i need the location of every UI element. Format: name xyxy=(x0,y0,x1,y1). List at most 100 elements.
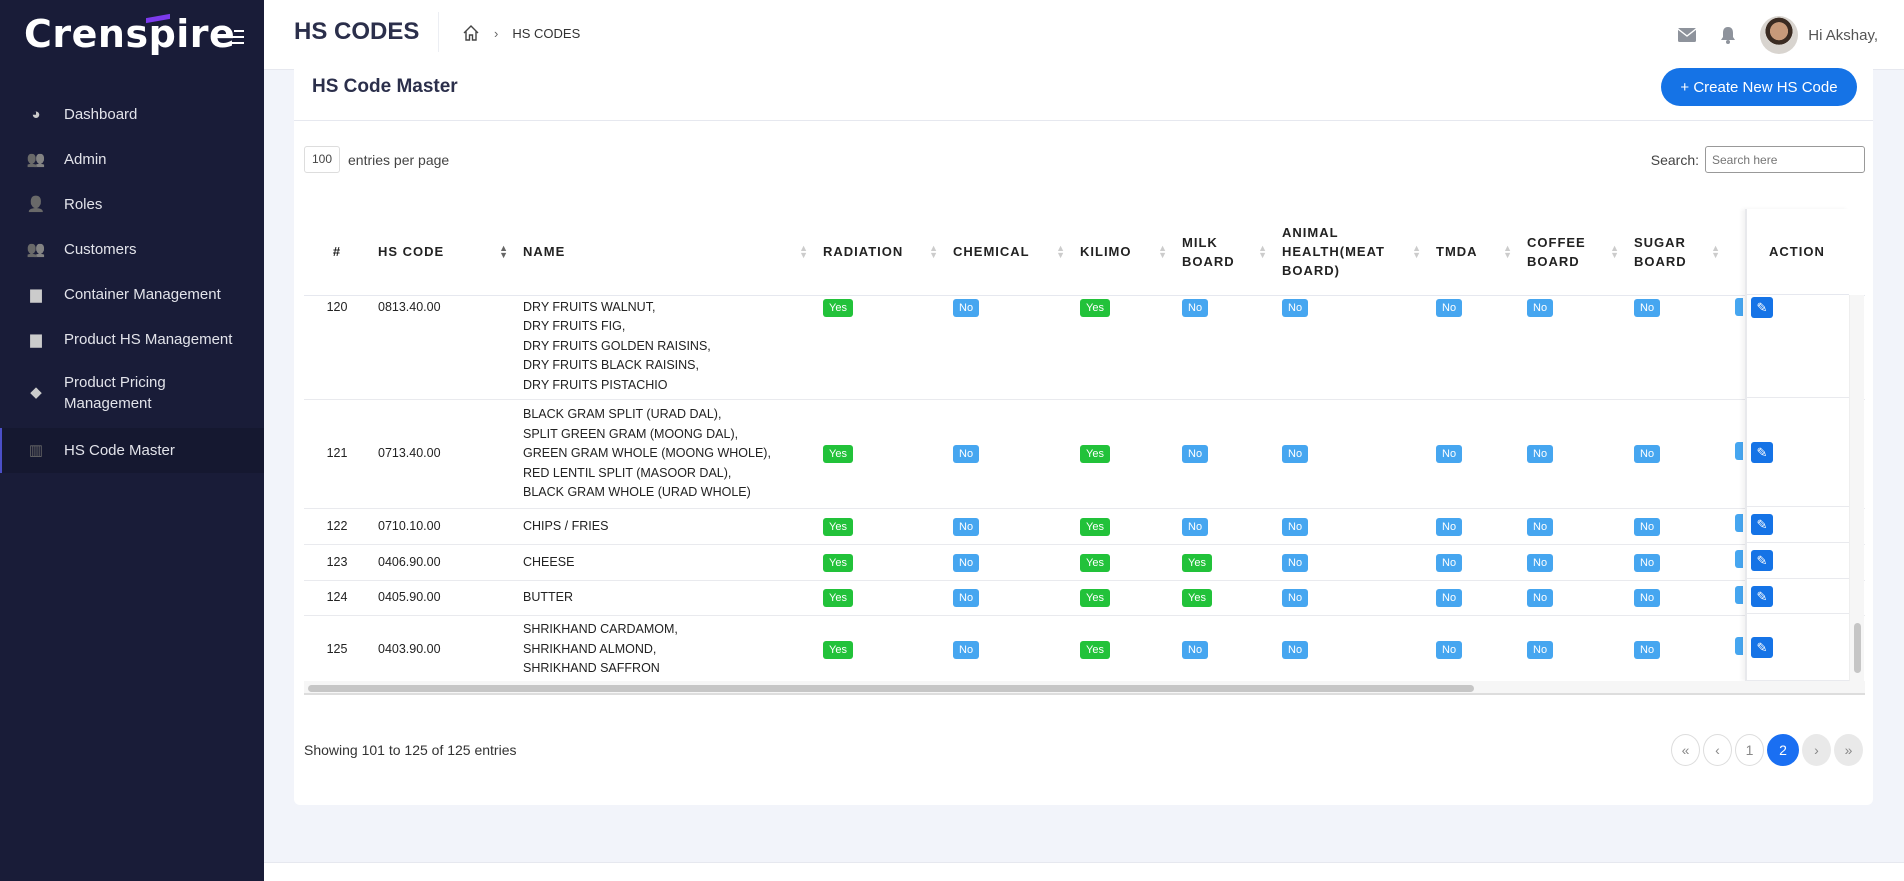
horizontal-scrollbar[interactable] xyxy=(304,681,1865,695)
table-row: 120 0813.40.00 DRY FRUITS WALNUT, DRY FRUIT… xyxy=(304,295,1865,400)
table-row: 121 0713.40.00 BLACK GRAM SPLIT (URAD DAL)… xyxy=(304,399,1865,509)
sidebar-nav: ◕ Dashboard 👥 Admin 👤 Roles 👥 Customers ▆ Contain… xyxy=(0,92,264,473)
column-header-milk-board[interactable]: MILK BOARD ▲ ▼ xyxy=(1174,209,1274,296)
product-names: BUTTER xyxy=(515,580,815,616)
hs-code: 0813.40.00 xyxy=(370,295,515,400)
search-label: Search: xyxy=(1650,151,1699,168)
box-icon: ▆ xyxy=(30,330,42,348)
column-header-coffee-board[interactable]: COFFEE BOARD ▲ ▼ xyxy=(1519,209,1626,296)
breadcrumb: › HS CODES xyxy=(462,24,580,42)
page-2-button[interactable]: 2 xyxy=(1767,734,1799,766)
home-icon[interactable] xyxy=(462,24,480,42)
menu-toggle-icon[interactable] xyxy=(224,26,244,48)
no-badge: No xyxy=(1436,589,1463,608)
sidebar-item-label: Admin xyxy=(64,151,107,168)
sidebar-item-label: Roles xyxy=(64,196,103,213)
sort-icon[interactable]: ▲ ▼ xyxy=(1056,244,1066,260)
no-badge: No xyxy=(1436,553,1463,572)
flag-cell: No xyxy=(1626,615,1727,681)
search-input[interactable] xyxy=(1705,146,1865,173)
yes-badge: Yes xyxy=(823,298,853,317)
first-page-button[interactable]: « xyxy=(1671,734,1700,766)
no-badge: No xyxy=(1527,517,1554,536)
no-badge: No xyxy=(1634,589,1661,608)
column-header-animal-health-meat-board-[interactable]: ANIMAL HEALTH(MEAT BOARD) ▲ ▼ xyxy=(1274,209,1428,296)
product-names: BLACK GRAM SPLIT (URAD DAL), SPLIT GREEN … xyxy=(515,399,815,509)
action-cell: ✎ xyxy=(1747,579,1849,614)
no-badge: No xyxy=(1634,298,1661,317)
edit-icon[interactable]: ✎ xyxy=(1751,585,1773,607)
sort-icon[interactable]: ▲ ▼ xyxy=(1258,244,1268,260)
prev-page-button[interactable]: ‹ xyxy=(1703,734,1732,766)
column-header-radiation[interactable]: RADIATION ▲ ▼ xyxy=(815,209,945,296)
mail-icon[interactable] xyxy=(1678,28,1697,42)
entries-select[interactable]: 100 xyxy=(304,146,340,173)
column-header-kilimo[interactable]: KILIMO ▲ ▼ xyxy=(1072,209,1174,296)
yes-badge: Yes xyxy=(1080,553,1110,572)
column-header--[interactable]: # xyxy=(304,209,370,296)
column-header-label: MILK BOARD xyxy=(1182,234,1235,269)
flag-cell: No xyxy=(1274,544,1428,581)
column-header-sugar-board[interactable]: SUGAR BOARD ▲ ▼ xyxy=(1626,209,1727,296)
entries-label: entries per page xyxy=(348,151,450,168)
sidebar-item-product-pricing-management[interactable]: ◆ Product Pricing Management xyxy=(0,362,264,424)
users-icon: 👥 xyxy=(26,240,46,258)
table-row: 123 0406.90.00 CHEESE Yes No Yes Yes No No No No xyxy=(304,544,1865,581)
edit-icon[interactable]: ✎ xyxy=(1751,636,1773,658)
sidebar-item-dashboard[interactable]: ◕ Dashboard xyxy=(0,92,264,137)
edit-icon[interactable]: ✎ xyxy=(1751,297,1773,318)
row-number: 120 xyxy=(304,295,370,400)
no-badge: No xyxy=(1282,640,1309,659)
column-header-tmda[interactable]: TMDA ▲ ▼ xyxy=(1428,209,1519,296)
edit-icon[interactable]: ✎ xyxy=(1751,550,1773,571)
column-header-chemical[interactable]: CHEMICAL ▲ ▼ xyxy=(945,209,1072,296)
sidebar-item-product-hs-management[interactable]: ▆ Product HS Management xyxy=(0,317,264,362)
no-badge: No xyxy=(1527,445,1554,464)
flag-cell: No xyxy=(1274,615,1428,681)
flag-cell: No xyxy=(1626,580,1727,616)
column-header-label: NAME xyxy=(523,244,566,260)
flag-cell: Yes xyxy=(1072,399,1174,509)
sort-icon[interactable]: ▲ ▼ xyxy=(799,244,809,260)
product-name: SHRIKHAND ALMOND, xyxy=(523,641,657,656)
product-names: SHRIKHAND CARDAMOM, SHRIKHAND ALMOND, SHRI… xyxy=(515,615,815,681)
no-badge: No xyxy=(1527,589,1554,608)
sidebar-item-admin[interactable]: 👥 Admin xyxy=(0,137,264,182)
sidebar-item-roles[interactable]: 👤 Roles xyxy=(0,182,264,227)
next-page-button[interactable]: › xyxy=(1802,734,1831,766)
sort-icon[interactable]: ▲ ▼ xyxy=(1711,244,1721,260)
bell-icon[interactable] xyxy=(1720,26,1736,44)
product-name: DRY FRUITS FIG, xyxy=(523,319,626,333)
no-badge: No xyxy=(1527,298,1554,317)
sidebar-item-container-management[interactable]: ▆ Container Management xyxy=(0,272,264,317)
edit-icon[interactable]: ✎ xyxy=(1751,514,1773,535)
sort-icon[interactable]: ▲ ▼ xyxy=(929,244,939,260)
sort-icon[interactable]: ▲ ▼ xyxy=(1158,244,1168,260)
product-name: GREEN GRAM WHOLE (MOONG WHOLE), xyxy=(523,446,771,461)
no-badge: No xyxy=(1282,589,1309,608)
row-number: 123 xyxy=(304,544,370,581)
sort-icon[interactable]: ▲ ▼ xyxy=(499,244,509,260)
edit-icon[interactable]: ✎ xyxy=(1751,441,1773,463)
vertical-scrollbar[interactable] xyxy=(1849,295,1864,681)
sort-icon[interactable]: ▲ ▼ xyxy=(1412,244,1422,260)
flag-cell: Yes xyxy=(1174,580,1274,616)
flag-cell: Yes xyxy=(815,508,945,545)
page-1-button[interactable]: 1 xyxy=(1735,734,1764,766)
no-badge xyxy=(1735,514,1743,533)
sidebar-item-customers[interactable]: 👥 Customers xyxy=(0,227,264,272)
last-page-button[interactable]: » xyxy=(1834,734,1863,766)
user-greeting[interactable]: Hi Akshay, xyxy=(1808,27,1878,44)
avatar[interactable] xyxy=(1760,16,1799,54)
sidebar-item-hs-code-master[interactable]: ▥ HS Code Master xyxy=(0,428,264,473)
flag-cell: Yes xyxy=(1072,544,1174,581)
dashboard-icon: ◕ xyxy=(31,105,41,123)
flag-cell: No xyxy=(1274,580,1428,616)
sort-icon[interactable]: ▲ ▼ xyxy=(1503,244,1513,260)
product-name: SHRIKHAND SAFFRON xyxy=(523,661,660,675)
create-hs-code-button[interactable]: + Create New HS Code xyxy=(1661,68,1857,106)
column-header-name[interactable]: NAME ▲ ▼ xyxy=(515,209,815,296)
sort-icon[interactable]: ▲ ▼ xyxy=(1610,244,1620,260)
column-header-hs-code[interactable]: HS CODE ▲ ▼ xyxy=(370,209,515,296)
no-badge: No xyxy=(953,298,980,317)
